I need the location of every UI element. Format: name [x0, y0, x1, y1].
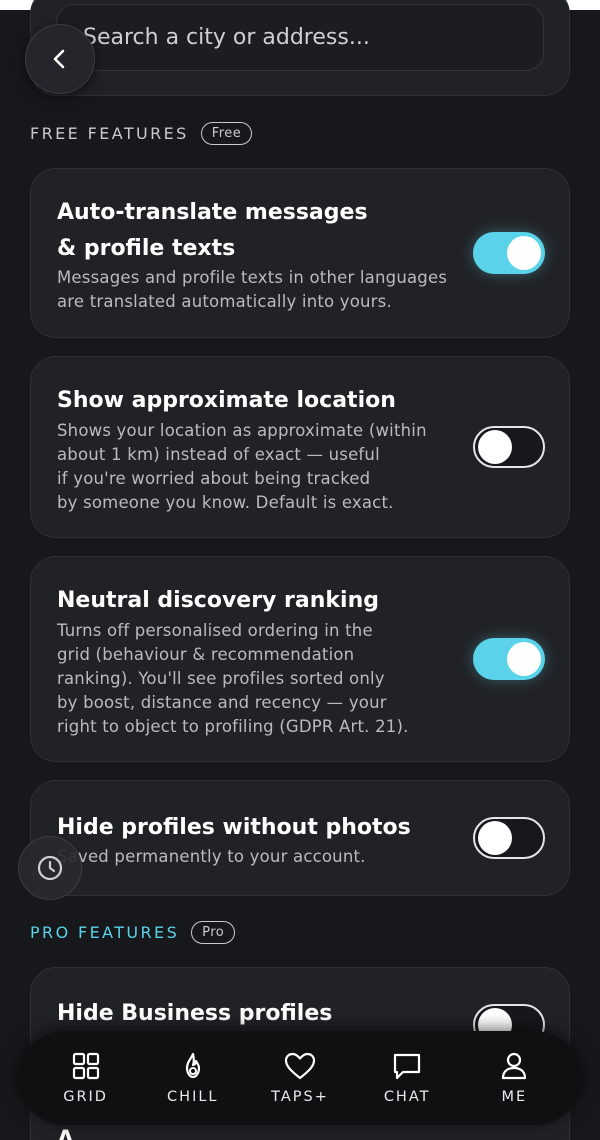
setting-description: are translated automatically into yours.: [57, 292, 392, 311]
section-title: PRO FEATURES: [30, 923, 180, 942]
back-button[interactable]: [25, 24, 95, 94]
person-icon: [502, 1052, 527, 1080]
tab-label: GRID: [63, 1089, 108, 1105]
setting-title: Show approximate location: [57, 388, 396, 413]
tab-label: TAPS+: [271, 1089, 329, 1105]
history-button[interactable]: [18, 836, 82, 900]
tab-me[interactable]: ME: [464, 1051, 564, 1105]
setting-title: Hide profiles without photos: [57, 815, 411, 840]
pro-features-header: PRO FEATURES Pro: [30, 921, 236, 944]
heart-icon: [284, 1052, 316, 1080]
tab-label: ME: [501, 1089, 528, 1105]
grid-icon: [72, 1052, 99, 1080]
setting-title: Hide Business profiles: [57, 1001, 333, 1026]
toggle-knob: [507, 236, 541, 270]
setting-title-line2: & profile texts: [57, 236, 236, 261]
auto-translate-toggle[interactable]: [473, 232, 545, 274]
setting-description: by boost, distance and recency — your: [57, 693, 387, 712]
toggle-knob: [478, 821, 512, 855]
setting-description: about 1 km) instead of exact — useful: [57, 445, 380, 464]
approximate-location-toggle[interactable]: [473, 426, 545, 468]
tab-chat[interactable]: CHAT: [357, 1051, 457, 1105]
setting-description: Turns off personalised ordering in the: [57, 621, 373, 640]
bottom-tab-bar: GRID CHILL TAPS+ CHAT ME: [18, 1031, 582, 1125]
hide-no-photo-toggle[interactable]: [473, 817, 545, 859]
search-placeholder: Search a city or address...: [83, 25, 370, 50]
settings-screen: Search a city or address... FREE FEATURE…: [0, 0, 600, 1140]
auto-translate-card: Auto-translate messages & profile texts …: [30, 168, 570, 338]
tab-label: CHILL: [167, 1089, 219, 1105]
neutral-ranking-toggle[interactable]: [473, 638, 545, 680]
setting-title: A: [57, 1127, 75, 1140]
toggle-knob: [507, 642, 541, 676]
setting-description: ranking). You'll see profiles sorted onl…: [57, 669, 385, 688]
section-title: FREE FEATURES: [30, 124, 189, 143]
setting-title: Neutral discovery ranking: [57, 588, 379, 613]
hide-no-photo-card: Hide profiles without photos Saved perma…: [30, 780, 570, 896]
flame-icon: [185, 1052, 200, 1079]
setting-description: right to object to profiling (GDPR Art. …: [57, 717, 409, 736]
setting-description: grid (behaviour & recommendation: [57, 645, 355, 664]
free-features-header: FREE FEATURES Free: [30, 122, 253, 145]
setting-description: Saved permanently to your account.: [57, 847, 366, 866]
neutral-ranking-card: Neutral discovery ranking Turns off pers…: [30, 556, 570, 762]
setting-description: Messages and profile texts in other lang…: [57, 268, 448, 287]
tab-taps[interactable]: TAPS+: [250, 1051, 350, 1105]
tab-grid[interactable]: GRID: [36, 1051, 136, 1105]
pro-badge: Pro: [191, 921, 236, 944]
tab-label: CHAT: [383, 1089, 431, 1105]
setting-description: Shows your location as approximate (with…: [57, 421, 427, 440]
search-input[interactable]: Search a city or address...: [56, 4, 544, 71]
setting-description: if you're worried about being tracked: [57, 469, 371, 488]
toggle-knob: [478, 430, 512, 464]
free-badge: Free: [200, 122, 253, 145]
approximate-location-card: Show approximate location Shows your loc…: [30, 356, 570, 538]
clock-icon: [37, 855, 63, 881]
chat-bubble-icon: [394, 1053, 421, 1080]
tab-chill[interactable]: CHILL: [143, 1051, 243, 1105]
setting-description: by someone you know. Default is exact.: [57, 493, 394, 512]
chevron-left-icon: [53, 49, 65, 69]
setting-title: Auto-translate messages: [57, 200, 368, 225]
